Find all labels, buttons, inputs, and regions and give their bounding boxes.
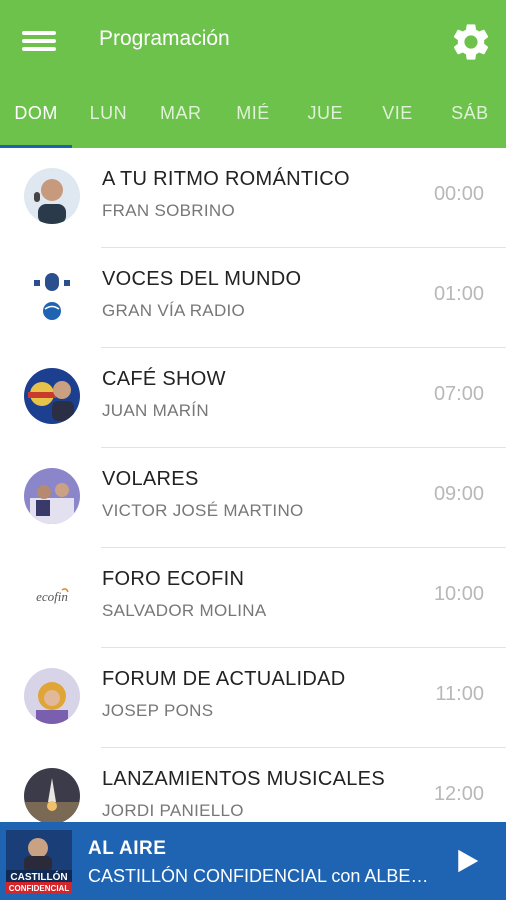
voces-del-mundo-logo [24,268,80,324]
program-title: FORUM DE ACTUALIDAD [102,668,346,690]
day-tabs: DOM LUN MAR MIÉ JUE VIE SÁB [0,86,506,148]
now-playing-bar[interactable]: CASTILLÓN CONFIDENCIAL AL AIRE CASTILLÓN… [0,822,506,900]
list-item[interactable]: VOCES DEL MUNDO GRAN VÍA RADIO 01:00 [0,248,506,348]
host-avatar [24,768,80,822]
list-item[interactable]: LANZAMIENTOS MUSICALES JORDI PANIELLO 12… [0,748,506,822]
program-time: 12:00 [433,783,484,805]
program-title: LANZAMIENTOS MUSICALES [102,768,385,790]
program-title: VOCES DEL MUNDO [102,268,302,290]
now-playing-thumbnail: CASTILLÓN CONFIDENCIAL [6,830,72,894]
tab-vie[interactable]: VIE [361,86,433,148]
host-avatar [24,668,80,724]
on-air-label: AL AIRE [88,838,167,859]
tab-lun[interactable]: LUN [72,86,144,148]
program-time: 00:00 [433,183,484,205]
thumb-subtitle: CONFIDENCIAL [9,884,70,893]
program-time: 01:00 [433,283,484,305]
host-avatar [24,468,80,524]
program-list: A TU RITMO ROMÁNTICO FRAN SOBRINO 00:00 … [0,148,506,822]
program-title: A TU RITMO ROMÁNTICO [102,168,350,190]
app-bar: Programación DOM LUN MAR MIÉ JUE VIE SÁB [0,0,506,148]
tab-mie[interactable]: MIÉ [217,86,289,148]
program-host: JORDI PANIELLO [102,801,244,820]
host-avatar [24,368,80,424]
list-item[interactable]: A TU RITMO ROMÁNTICO FRAN SOBRINO 00:00 [0,148,506,248]
tab-mar[interactable]: MAR [145,86,217,148]
program-host: GRAN VÍA RADIO [102,301,246,320]
program-time: 07:00 [433,383,484,405]
list-item[interactable]: VOLARES VICTOR JOSÉ MARTINO 09:00 [0,448,506,548]
host-avatar [24,168,80,224]
ecofin-logo: ecofin [24,568,80,624]
program-host: JUAN MARÍN [102,401,209,420]
program-time: 10:00 [433,583,484,605]
play-icon[interactable] [452,846,482,876]
list-item[interactable]: CAFÉ SHOW JUAN MARÍN 07:00 [0,348,506,448]
now-playing-title: CASTILLÓN CONFIDENCIAL con ALBERTO CASTI… [88,866,433,886]
page-title: Programación [99,27,230,50]
program-host: VICTOR JOSÉ MARTINO [102,501,304,520]
gear-icon[interactable] [449,20,493,64]
tab-dom[interactable]: DOM [0,86,73,148]
program-host: SALVADOR MOLINA [102,601,267,620]
menu-icon[interactable] [22,26,58,56]
thumb-title: CASTILLÓN [10,870,67,883]
list-item[interactable]: ecofin FORO ECOFIN SALVADOR MOLINA 10:00 [0,548,506,648]
program-host: FRAN SOBRINO [102,201,236,220]
list-item[interactable]: FORUM DE ACTUALIDAD JOSEP PONS 11:00 [0,648,506,748]
program-host: JOSEP PONS [102,701,214,720]
ecofin-logo-text: ecofin [36,589,68,604]
tab-jue[interactable]: JUE [289,86,361,148]
program-title: VOLARES [102,468,199,490]
program-time: 11:00 [435,683,484,705]
program-time: 09:00 [433,483,484,505]
program-title: FORO ECOFIN [102,568,245,590]
tab-sab[interactable]: SÁB [434,86,506,148]
program-title: CAFÉ SHOW [102,368,226,390]
